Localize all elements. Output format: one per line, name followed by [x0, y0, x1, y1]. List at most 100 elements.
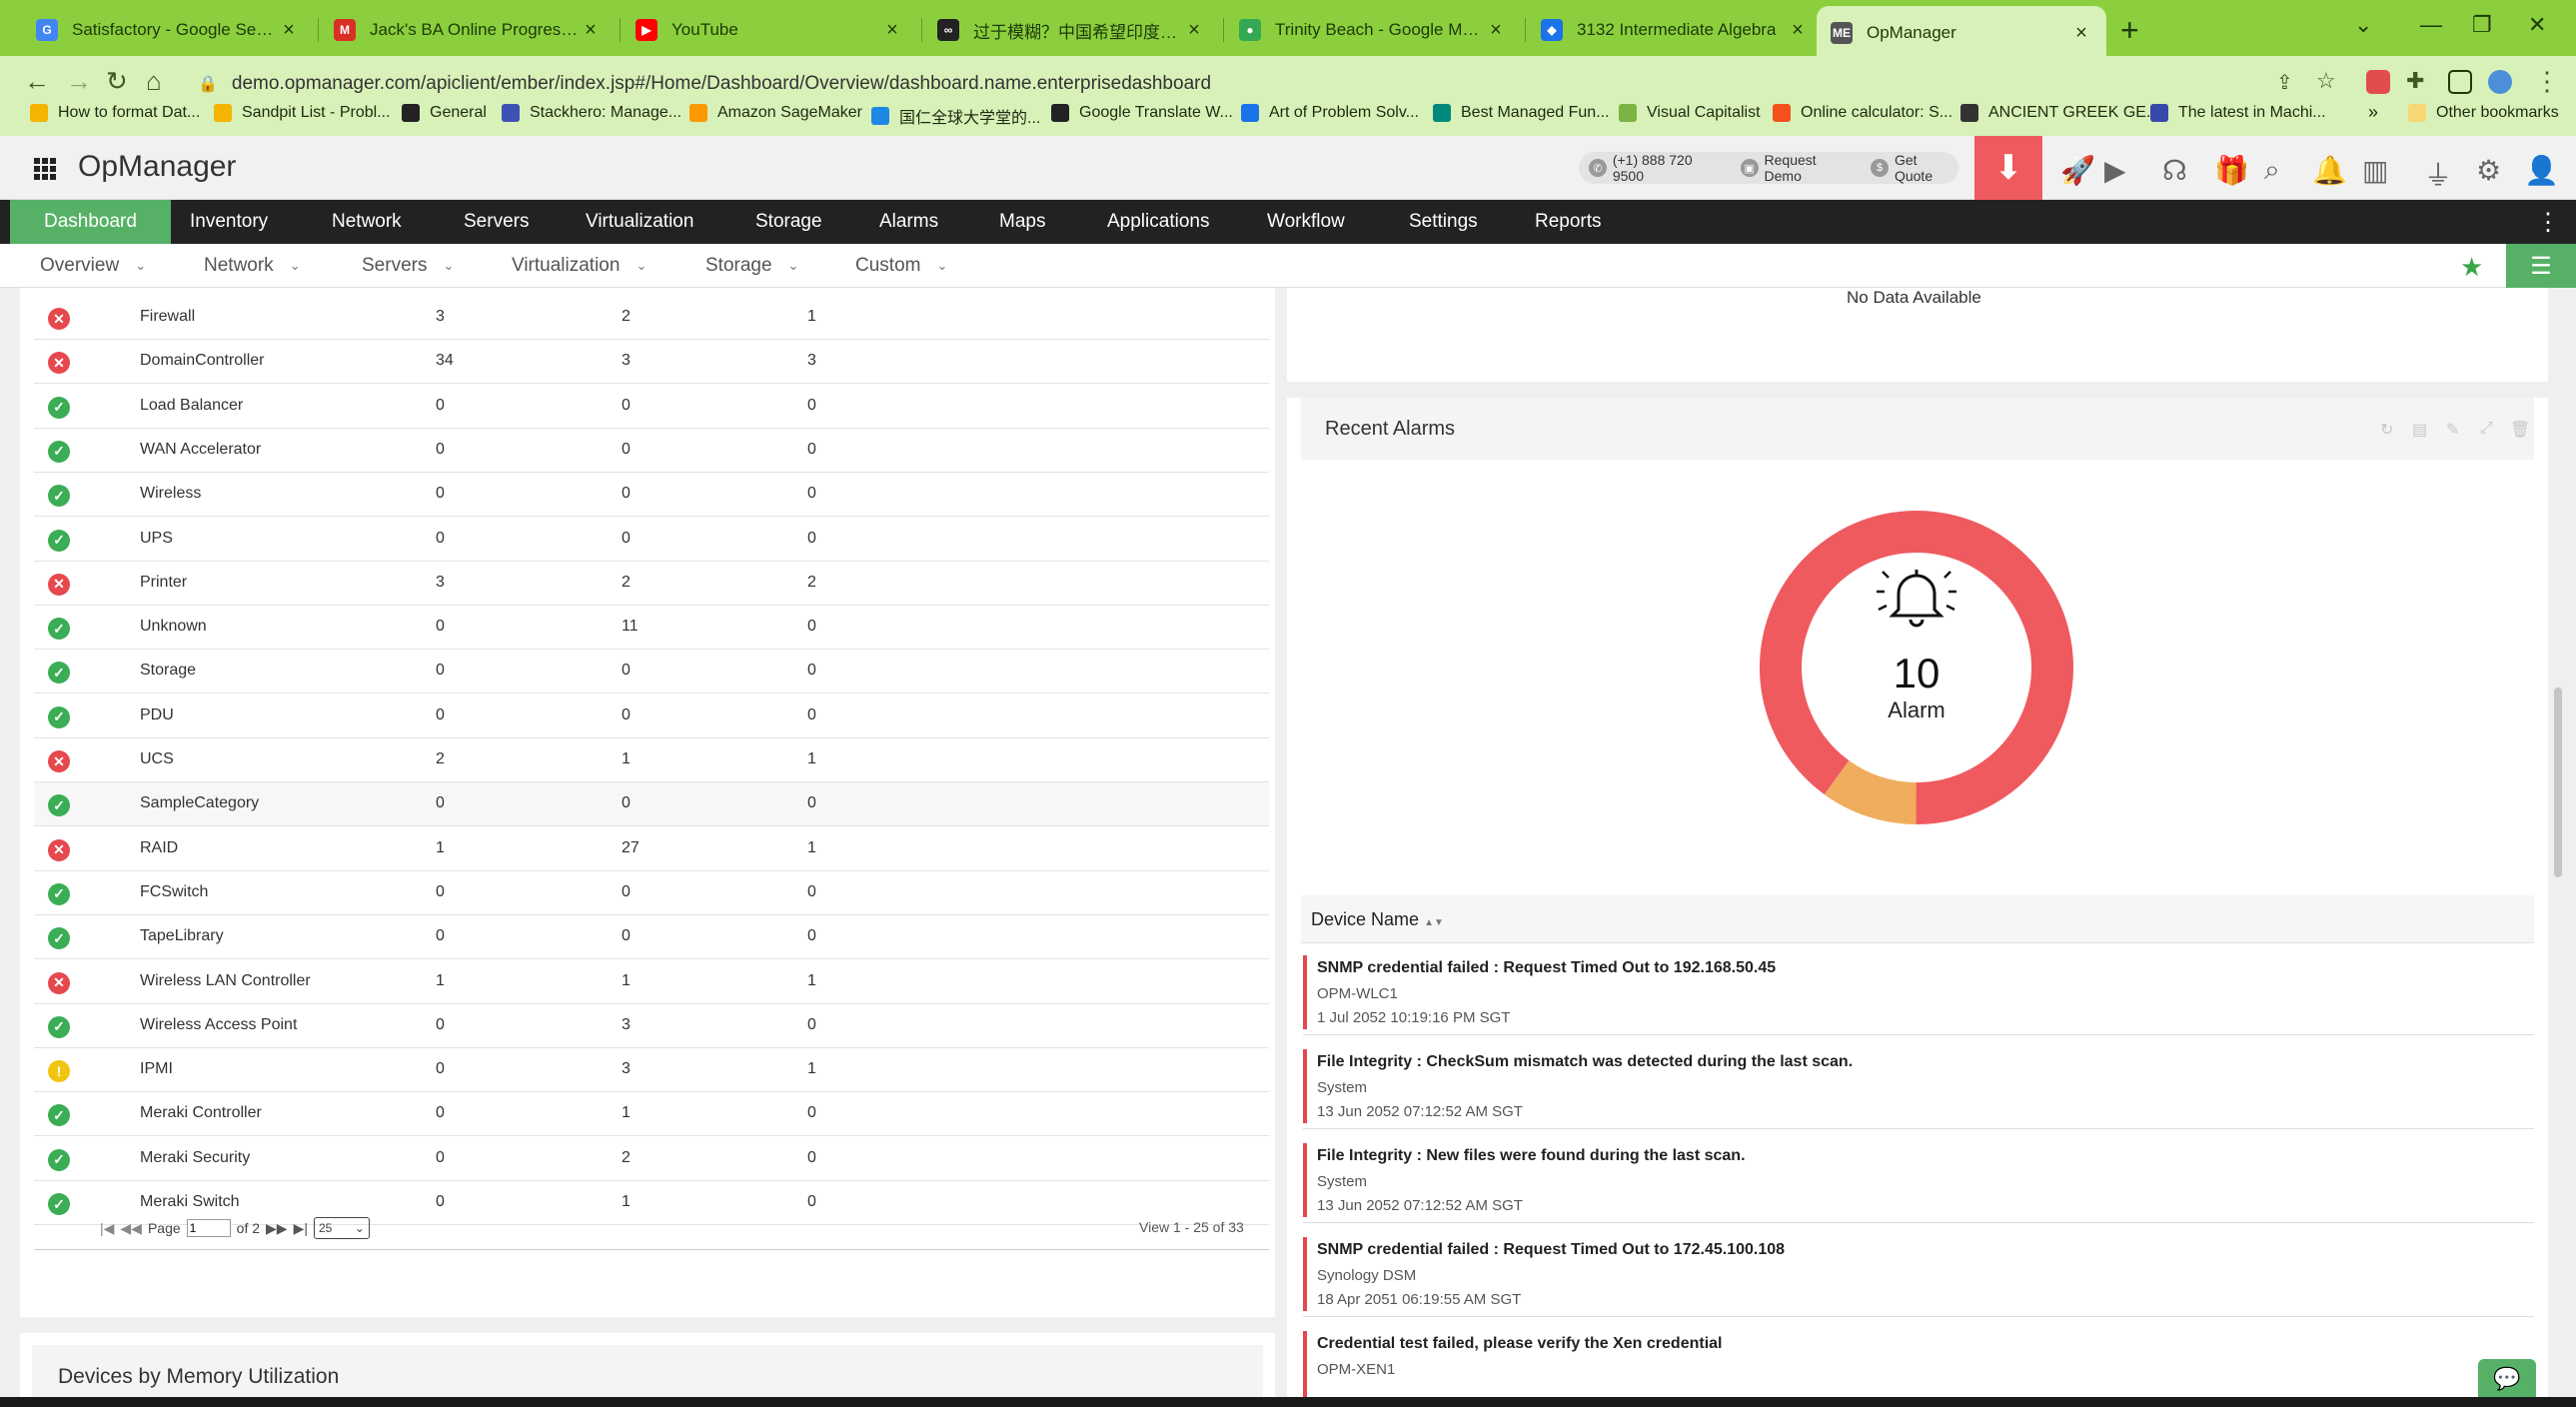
- category-name[interactable]: RAID: [140, 839, 178, 857]
- get-quote-link[interactable]: Get Quote: [1895, 152, 1958, 184]
- browser-tab-active[interactable]: ME OpManager ×: [1817, 6, 2106, 60]
- count-cell[interactable]: 2: [622, 308, 631, 326]
- bookmark-item[interactable]: Best Managed Fun...: [1433, 104, 1610, 122]
- table-row[interactable]: ✕ Printer 3 2 2: [34, 562, 1269, 606]
- nav-servers[interactable]: Servers: [464, 200, 529, 244]
- close-tab-icon[interactable]: ×: [1787, 19, 1809, 42]
- side-panel-icon[interactable]: [2448, 70, 2472, 94]
- bookmark-item[interactable]: Art of Problem Solv...: [1241, 104, 1419, 122]
- close-tab-icon[interactable]: ×: [2070, 22, 2092, 45]
- count-cell[interactable]: 1: [807, 308, 816, 326]
- subnav-custom[interactable]: Custom ⌄: [855, 244, 947, 288]
- table-row[interactable]: ✕ Firewall 3 2 1: [34, 296, 1269, 340]
- prev-page-icon[interactable]: ◀◀: [120, 1220, 142, 1237]
- bell-icon[interactable]: 🔔: [2312, 154, 2347, 187]
- alarm-message[interactable]: File Integrity : New files were found du…: [1317, 1147, 1746, 1165]
- table-row[interactable]: ✓ PDU 0 0 0: [34, 695, 1269, 738]
- refresh-icon[interactable]: ↻: [2380, 420, 2393, 440]
- count-cell[interactable]: 1: [436, 972, 445, 990]
- category-name[interactable]: WAN Accelerator: [140, 441, 261, 459]
- nav-inventory[interactable]: Inventory: [190, 200, 268, 244]
- category-name[interactable]: TapeLibrary: [140, 927, 224, 945]
- count-cell[interactable]: 1: [622, 1193, 631, 1211]
- alarm-item[interactable]: Credential test failed, please verify th…: [1303, 1321, 2534, 1397]
- table-row[interactable]: ✓ Load Balancer 0 0 0: [34, 385, 1269, 429]
- table-row[interactable]: ✓ Meraki Controller 0 1 0: [34, 1092, 1269, 1137]
- count-cell[interactable]: 1: [622, 750, 631, 768]
- vertical-scrollbar[interactable]: [2554, 688, 2562, 877]
- bookmark-star-icon[interactable]: ☆: [2316, 68, 2336, 94]
- count-cell[interactable]: 0: [436, 1060, 445, 1078]
- expand-icon[interactable]: ⤢: [2480, 420, 2493, 438]
- alarm-item[interactable]: File Integrity : CheckSum mismatch was d…: [1303, 1039, 2534, 1129]
- count-cell[interactable]: 1: [807, 750, 816, 768]
- alarm-item[interactable]: File Integrity : New files were found du…: [1303, 1133, 2534, 1223]
- bookmark-item[interactable]: General: [402, 104, 487, 122]
- more-menu-icon[interactable]: ⋮: [2536, 208, 2560, 237]
- nav-storage[interactable]: Storage: [755, 200, 822, 244]
- category-name[interactable]: Firewall: [140, 308, 195, 326]
- category-name[interactable]: Wireless: [140, 485, 201, 503]
- alarm-item[interactable]: SNMP credential failed : Request Timed O…: [1303, 945, 2534, 1035]
- forward-icon[interactable]: →: [66, 66, 92, 97]
- presentation-icon[interactable]: ▶: [2104, 154, 2126, 187]
- tab-search-icon[interactable]: ⌄: [2354, 12, 2372, 38]
- table-row[interactable]: ✓ Wireless 0 0 0: [34, 473, 1269, 518]
- count-cell[interactable]: 2: [436, 750, 445, 768]
- subnav-overview[interactable]: Overview ⌄: [40, 244, 146, 288]
- phone-number[interactable]: (+1) 888 720 9500: [1613, 152, 1727, 184]
- bookmark-item[interactable]: Online calculator: S...: [1773, 104, 1952, 122]
- bookmark-item[interactable]: Sandpit List - Probl...: [214, 104, 391, 122]
- count-cell[interactable]: 0: [436, 1149, 445, 1167]
- table-row[interactable]: ✓ FCSwitch 0 0 0: [34, 871, 1269, 915]
- category-name[interactable]: FCSwitch: [140, 883, 208, 901]
- browser-tab[interactable]: ● Trinity Beach - Google Maps ×: [1225, 10, 1521, 50]
- close-tab-icon[interactable]: ×: [580, 19, 602, 42]
- subnav-virtualization[interactable]: Virtualization ⌄: [512, 244, 646, 288]
- browser-tab[interactable]: ∞ 过于模糊？中国希望印度重申"一... ×: [923, 10, 1219, 50]
- extensions-puzzle-icon[interactable]: ✚: [2406, 68, 2424, 94]
- last-page-icon[interactable]: ▶|: [294, 1220, 308, 1237]
- count-cell[interactable]: 34: [436, 352, 454, 370]
- count-cell[interactable]: 0: [807, 927, 816, 945]
- gift-icon[interactable]: 🎁: [2214, 154, 2249, 187]
- alarm-message[interactable]: Credential test failed, please verify th…: [1317, 1335, 1722, 1353]
- category-name[interactable]: IPMI: [140, 1060, 173, 1078]
- add-widget-icon[interactable]: ☰: [2506, 244, 2576, 288]
- count-cell[interactable]: 3: [807, 352, 816, 370]
- close-tab-icon[interactable]: ×: [1485, 19, 1507, 42]
- count-cell[interactable]: 0: [436, 927, 445, 945]
- delete-icon[interactable]: 🗑: [2510, 420, 2530, 440]
- category-name[interactable]: PDU: [140, 706, 174, 724]
- server-icon[interactable]: ▥: [2362, 154, 2388, 187]
- extension-icon[interactable]: [2366, 70, 2390, 94]
- count-cell[interactable]: 3: [622, 352, 631, 370]
- plug-icon[interactable]: ⏚: [2424, 154, 2452, 194]
- headset-icon[interactable]: ☊: [2162, 154, 2187, 187]
- reload-icon[interactable]: ↻: [106, 66, 128, 97]
- export-icon[interactable]: ▤: [2412, 420, 2427, 440]
- edit-icon[interactable]: ✎: [2446, 420, 2459, 440]
- category-name[interactable]: Unknown: [140, 618, 207, 636]
- table-row[interactable]: ✓ Wireless Access Point 0 3 0: [34, 1004, 1269, 1048]
- first-page-icon[interactable]: |◀: [100, 1220, 114, 1237]
- count-cell[interactable]: 0: [807, 1193, 816, 1211]
- minimize-icon[interactable]: —: [2420, 12, 2442, 38]
- count-cell[interactable]: 0: [622, 441, 631, 459]
- profile-avatar-icon[interactable]: [2488, 70, 2512, 94]
- table-row[interactable]: ✓ Unknown 0 11 0: [34, 606, 1269, 651]
- category-name[interactable]: DomainController: [140, 352, 265, 370]
- count-cell[interactable]: 1: [807, 1060, 816, 1078]
- count-cell[interactable]: 0: [436, 1193, 445, 1211]
- count-cell[interactable]: 2: [622, 1149, 631, 1167]
- search-icon[interactable]: ⌕: [2264, 154, 2280, 187]
- table-row[interactable]: ✕ RAID 1 27 1: [34, 827, 1269, 871]
- alarm-donut-chart[interactable]: 10 Alarm: [1757, 508, 2076, 827]
- count-cell[interactable]: 0: [436, 618, 445, 636]
- count-cell[interactable]: 0: [622, 883, 631, 901]
- table-row[interactable]: ✓ TapeLibrary 0 0 0: [34, 915, 1269, 960]
- count-cell[interactable]: 0: [436, 397, 445, 415]
- category-name[interactable]: Meraki Switch: [140, 1193, 240, 1211]
- count-cell[interactable]: 1: [622, 1104, 631, 1122]
- bookmarks-overflow-icon[interactable]: »: [2368, 102, 2378, 123]
